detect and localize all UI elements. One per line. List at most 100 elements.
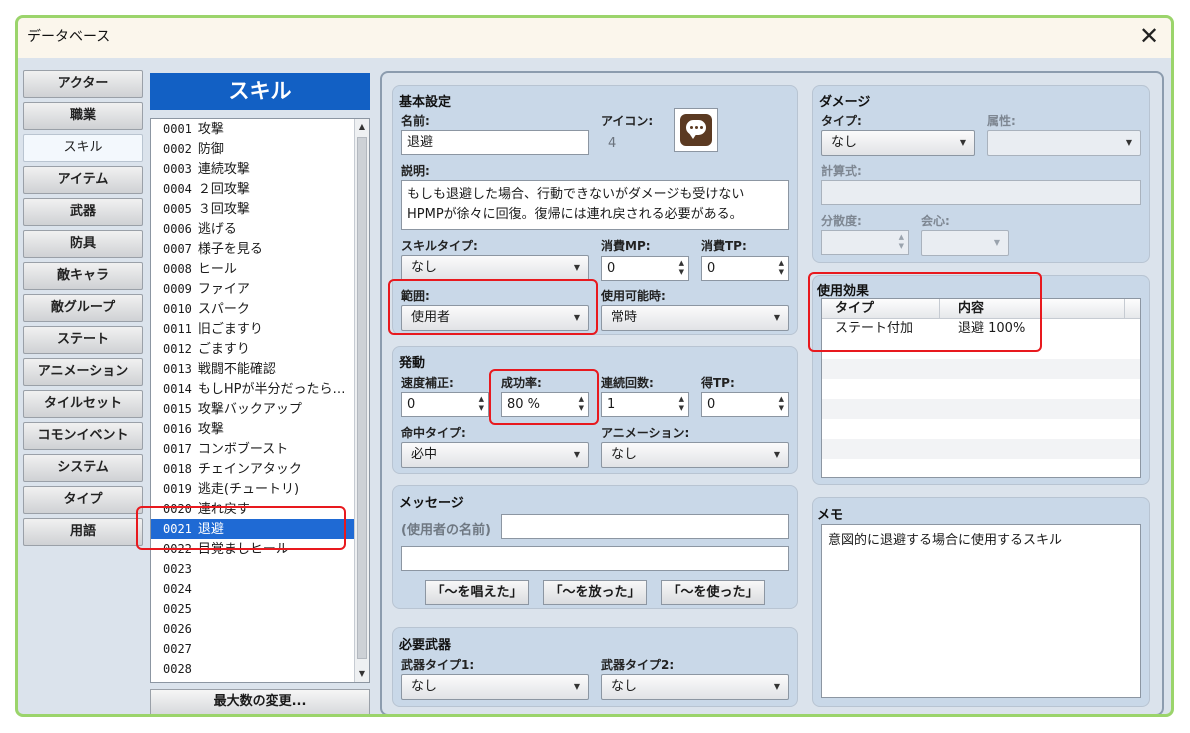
list-item-id: 0027 — [163, 642, 192, 656]
close-icon[interactable]: ✕ — [1135, 23, 1163, 51]
list-item[interactable]: 0023 — [151, 559, 355, 579]
list-item[interactable]: 0003 連続攻撃 — [151, 159, 355, 179]
speed-field[interactable]: 0 ▲ ▼ — [401, 392, 489, 417]
tab-2[interactable]: スキル — [23, 134, 143, 162]
damage-type-select[interactable]: なし ▼ — [821, 130, 975, 156]
message-line-2[interactable] — [401, 546, 789, 571]
scroll-down-icon[interactable]: ▼ — [356, 667, 368, 681]
scroll-thumb[interactable] — [357, 137, 367, 659]
list-item[interactable]: 0018 チェインアタック — [151, 459, 355, 479]
repeat-field[interactable]: 1 ▲ ▼ — [601, 392, 689, 417]
list-item[interactable]: 0015 攻撃バックアップ — [151, 399, 355, 419]
memo-field[interactable]: 意図的に退避する場合に使用するスキル — [821, 524, 1141, 698]
description-line-1: もしも退避した場合、行動できないがダメージも受けない — [407, 187, 745, 202]
weapon-type-1-label: 武器タイプ1: — [401, 658, 475, 672]
list-header: スキル — [150, 73, 370, 110]
list-item[interactable]: 0016 攻撃 — [151, 419, 355, 439]
tab-11[interactable]: コモンイベント — [23, 422, 143, 450]
tab-5[interactable]: 防具 — [23, 230, 143, 258]
tab-13[interactable]: タイプ — [23, 486, 143, 514]
release-button[interactable]: 「～を放った」 — [543, 580, 647, 605]
list-item[interactable]: 0008 ヒール — [151, 259, 355, 279]
spinner-arrows-icon[interactable]: ▲ ▼ — [679, 259, 684, 277]
list-item[interactable]: 0027 — [151, 639, 355, 659]
tab-14[interactable]: 用語 — [23, 518, 143, 546]
tab-12[interactable]: システム — [23, 454, 143, 482]
tab-6[interactable]: 敵キャラ — [23, 262, 143, 290]
list-item[interactable]: 0004 ２回攻撃 — [151, 179, 355, 199]
spinner-arrows-icon[interactable]: ▲ ▼ — [679, 395, 684, 413]
list-item[interactable]: 0028 — [151, 659, 355, 679]
list-scrollbar[interactable]: ▲ ▼ — [354, 119, 369, 682]
tab-8[interactable]: ステート — [23, 326, 143, 354]
name-field[interactable]: 退避 — [401, 130, 589, 155]
memo-title: メモ — [817, 508, 844, 523]
list-item[interactable]: 0026 — [151, 619, 355, 639]
list-item[interactable]: 0001 攻撃 — [151, 119, 355, 139]
variance-field[interactable]: ▲ ▼ — [821, 230, 909, 255]
list-item-id: 0001 — [163, 122, 192, 136]
spinner-arrows-icon[interactable]: ▲ ▼ — [479, 395, 484, 413]
tab-9[interactable]: アニメーション — [23, 358, 143, 386]
max-count-button[interactable]: 最大数の変更... — [150, 689, 370, 714]
list-item[interactable]: 0010 スパーク — [151, 299, 355, 319]
basic-settings-group: 基本設定 名前: 退避 アイコン: 4 説明: もしも退避した場合、行動できない… — [388, 85, 798, 335]
list-item-id: 0007 — [163, 242, 192, 256]
tab-10[interactable]: タイルセット — [23, 390, 143, 418]
critical-select[interactable]: ▼ — [921, 230, 1009, 256]
spinner-arrows-icon[interactable]: ▲ ▼ — [779, 395, 784, 413]
use-button[interactable]: 「～を使った」 — [661, 580, 765, 605]
list-item[interactable]: 0019 逃走(チュートリ) — [151, 479, 355, 499]
tab-4[interactable]: 武器 — [23, 198, 143, 226]
list-item[interactable]: 0013 戦闘不能確認 — [151, 359, 355, 379]
list-item[interactable]: 0006 逃げる — [151, 219, 355, 239]
list-item-name: 攻撃 — [197, 122, 224, 137]
list-item[interactable]: 0014 もしHPが半分だったら… — [151, 379, 355, 399]
tab-3[interactable]: アイテム — [23, 166, 143, 194]
description-label: 説明: — [401, 164, 430, 178]
list-item[interactable]: 0024 — [151, 579, 355, 599]
list-item-name: ３回攻撃 — [197, 202, 250, 217]
list-item-name: 防御 — [197, 142, 224, 157]
list-item[interactable]: 0005 ３回攻撃 — [151, 199, 355, 219]
weapon-type-2-select[interactable]: なし ▼ — [601, 674, 789, 700]
spinner-arrows-icon[interactable]: ▲ ▼ — [899, 233, 904, 251]
highlight-box-list — [136, 506, 346, 550]
spinner-arrows-icon[interactable]: ▲ ▼ — [779, 259, 784, 277]
hit-type-select[interactable]: 必中 ▼ — [401, 442, 589, 468]
scroll-up-icon[interactable]: ▲ — [356, 120, 368, 134]
element-select[interactable]: ▼ — [987, 130, 1141, 156]
tab-0[interactable]: アクター — [23, 70, 143, 98]
list-item[interactable]: 0012 ごますり — [151, 339, 355, 359]
tp-gain-field[interactable]: 0 ▲ ▼ — [701, 392, 789, 417]
tp-cost-field[interactable]: 0 ▲ ▼ — [701, 256, 789, 281]
chant-button[interactable]: 「～を唱えた」 — [425, 580, 529, 605]
list-item-id: 0016 — [163, 422, 192, 436]
mp-cost-field[interactable]: 0 ▲ ▼ — [601, 256, 689, 281]
list-item[interactable]: 0009 ファイア — [151, 279, 355, 299]
list-item[interactable]: 0025 — [151, 599, 355, 619]
formula-field[interactable] — [821, 180, 1141, 205]
list-item[interactable]: 0011 旧ごますり — [151, 319, 355, 339]
list-item[interactable]: 0007 様子を見る — [151, 239, 355, 259]
description-field[interactable]: もしも退避した場合、行動できないがダメージも受けない HPMPが徐々に回復。復帰… — [401, 180, 789, 230]
tab-1[interactable]: 職業 — [23, 102, 143, 130]
repeat-label: 連続回数: — [601, 376, 654, 390]
weapon-type-1-select[interactable]: なし ▼ — [401, 674, 589, 700]
animation-select[interactable]: なし ▼ — [601, 442, 789, 468]
element-label: 属性: — [987, 114, 1016, 128]
repeat-value: 1 — [607, 397, 616, 412]
tab-7[interactable]: 敵グループ — [23, 294, 143, 322]
list-item-name: もしHPが半分だったら… — [197, 382, 346, 397]
occasion-select[interactable]: 常時 ▼ — [601, 305, 789, 331]
list-item-name: 逃げる — [197, 222, 237, 237]
skill-type-select[interactable]: なし ▼ — [401, 255, 589, 281]
list-item-id: 0005 — [163, 202, 192, 216]
icon-button[interactable] — [674, 108, 718, 152]
message-line-1[interactable] — [501, 514, 789, 539]
chevron-down-icon: ▼ — [959, 138, 966, 147]
invocation-title: 発動 — [399, 356, 426, 371]
list-item[interactable]: 0002 防御 — [151, 139, 355, 159]
list-item-id: 0019 — [163, 482, 192, 496]
list-item[interactable]: 0017 コンボブースト — [151, 439, 355, 459]
